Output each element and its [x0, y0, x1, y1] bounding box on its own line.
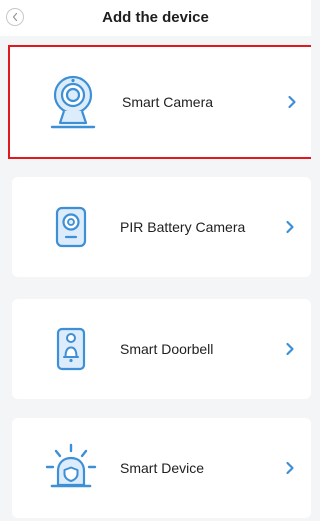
- page-title: Add the device: [102, 9, 209, 26]
- chevron-right-icon: [286, 342, 294, 356]
- smart-camera-icon: [40, 69, 106, 135]
- alarm-siren-icon: [38, 435, 104, 501]
- device-label: Smart Device: [120, 460, 205, 476]
- device-item-smart-device[interactable]: Smart Device: [12, 418, 311, 518]
- chevron-right-icon: [286, 220, 294, 234]
- device-item-smart-camera[interactable]: Smart Camera: [8, 45, 311, 159]
- chevron-right-icon: [286, 461, 294, 475]
- device-label: Smart Doorbell: [120, 341, 214, 357]
- battery-camera-icon: [38, 194, 104, 260]
- device-item-smart-doorbell[interactable]: Smart Doorbell: [12, 299, 311, 399]
- device-item-pir-battery-camera[interactable]: PIR Battery Camera: [12, 177, 311, 277]
- doorbell-icon: [38, 316, 104, 382]
- device-label: PIR Battery Camera: [120, 219, 246, 235]
- device-label: Smart Camera: [122, 94, 214, 110]
- chevron-right-icon: [288, 95, 296, 109]
- header-bar: Add the device: [0, 0, 311, 36]
